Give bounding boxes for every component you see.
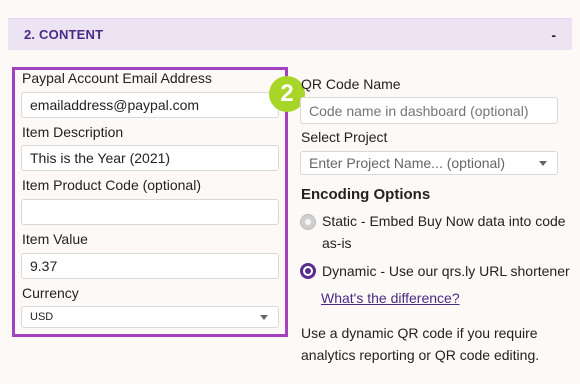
whats-the-difference-link[interactable]: What's the difference? (321, 290, 460, 306)
qr-code-name-input[interactable] (300, 97, 558, 124)
help-text-line1: Use a dynamic QR code if you require (301, 325, 538, 341)
chevron-down-icon (260, 314, 268, 320)
item-value-label: Item Value (22, 231, 88, 247)
project-select[interactable]: Enter Project Name... (optional) (300, 151, 558, 175)
item-description-field[interactable] (21, 145, 279, 171)
project-placeholder: Enter Project Name... (optional) (309, 155, 506, 171)
select-project-label: Select Project (301, 129, 388, 145)
collapse-toggle[interactable]: - (551, 27, 556, 43)
static-option-label-line1: Static - Embed Buy Now data into code (322, 213, 566, 229)
currency-label: Currency (22, 285, 79, 301)
content-section-header[interactable]: 2. CONTENT - (8, 18, 572, 50)
item-description-label: Item Description (22, 124, 124, 140)
email-field[interactable] (21, 92, 279, 118)
qr-code-name-label: QR Code Name (301, 76, 401, 92)
section-title: 2. CONTENT (24, 27, 104, 42)
static-radio[interactable] (300, 214, 316, 230)
currency-value: USD (30, 311, 54, 323)
item-product-code-field[interactable] (21, 199, 279, 225)
static-option-label-line2: as-is (322, 235, 352, 251)
email-label: Paypal Account Email Address (22, 70, 212, 86)
dynamic-option-label: Dynamic - Use our qrs.ly URL shortener (322, 263, 570, 279)
item-product-code-label: Item Product Code (optional) (22, 177, 201, 193)
dynamic-radio[interactable] (300, 263, 316, 279)
currency-select[interactable]: USD (21, 306, 279, 328)
chevron-down-icon (539, 160, 547, 166)
help-text-line2: analytics reporting or QR code editing. (301, 347, 540, 363)
item-value-field[interactable] (21, 253, 279, 279)
encoding-options-heading: Encoding Options (301, 186, 431, 203)
